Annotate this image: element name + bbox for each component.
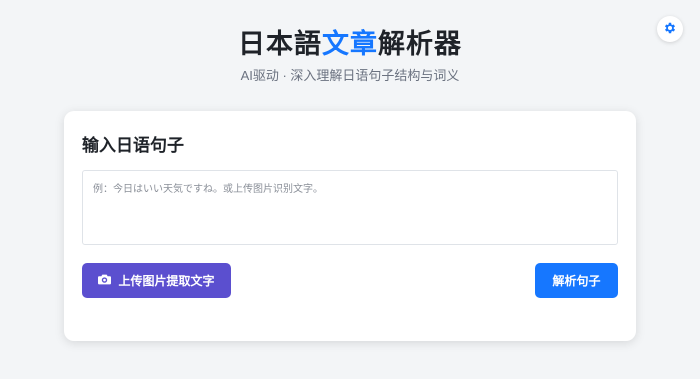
sentence-input[interactable] [82, 170, 618, 245]
page-header: 日本語文章解析器 AI驱动 · 深入理解日语句子结构与词义 [0, 28, 700, 86]
page-subtitle: AI驱动 · 深入理解日语句子结构与词义 [240, 68, 460, 83]
title-accent: 文章 [322, 29, 378, 60]
title-part-2: 解析器 [378, 29, 462, 60]
camera-icon [98, 274, 112, 288]
parse-sentence-button[interactable]: 解析句子 [535, 263, 618, 298]
input-card: 输入日语句子 上传图片提取文字 解析句子 [64, 111, 636, 341]
upload-image-button[interactable]: 上传图片提取文字 [82, 263, 231, 298]
page-title: 日本語文章解析器 [0, 28, 700, 62]
input-card-heading: 输入日语句子 [82, 136, 184, 156]
title-part-1: 日本語 [238, 29, 322, 60]
upload-image-label: 上传图片提取文字 [118, 274, 215, 288]
